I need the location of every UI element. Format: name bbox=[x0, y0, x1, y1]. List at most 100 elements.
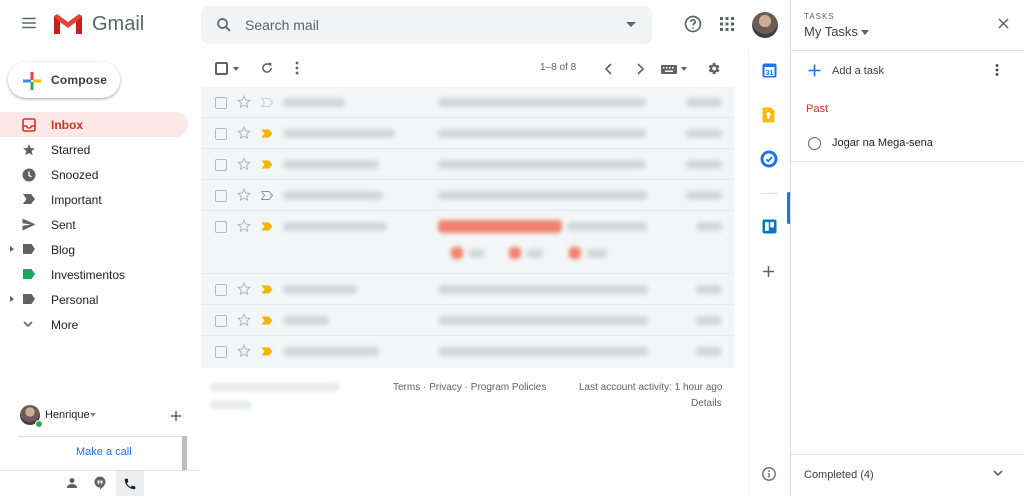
sidebar-item-snoozed[interactable]: Snoozed bbox=[0, 162, 190, 187]
star-outline-icon[interactable] bbox=[237, 313, 251, 327]
select-options-caret-icon[interactable] bbox=[233, 67, 239, 71]
important-marker-icon[interactable] bbox=[261, 160, 273, 169]
star-outline-icon[interactable] bbox=[237, 188, 251, 202]
hangouts-status-caret-icon[interactable] bbox=[90, 413, 96, 417]
search-options-caret-icon[interactable] bbox=[626, 22, 636, 28]
make-call-link[interactable]: Make a call bbox=[18, 436, 186, 468]
new-conversation-plus-icon[interactable] bbox=[170, 410, 182, 422]
get-addons-plus-icon[interactable] bbox=[762, 265, 775, 278]
search-input[interactable] bbox=[245, 14, 605, 36]
close-icon[interactable] bbox=[998, 18, 1009, 29]
star-outline-icon[interactable] bbox=[237, 282, 251, 296]
tasks-panel: TASKS My Tasks Add a task Past Jogar na … bbox=[790, 0, 1024, 496]
newer-chevron-left-icon[interactable] bbox=[604, 63, 614, 75]
make-call-label[interactable]: Make a call bbox=[76, 446, 132, 458]
more-vertical-icon[interactable] bbox=[294, 61, 300, 75]
send-icon bbox=[22, 218, 36, 231]
task-list-caret-icon[interactable] bbox=[861, 30, 869, 35]
more-vertical-icon[interactable] bbox=[994, 63, 1000, 77]
apps-grid-icon[interactable] bbox=[719, 16, 735, 32]
completed-tasks-toggle[interactable]: Completed (4) bbox=[804, 469, 874, 481]
expand-arrow-icon[interactable] bbox=[10, 246, 14, 252]
select-all-checkbox[interactable] bbox=[215, 62, 228, 75]
row-checkbox[interactable] bbox=[215, 346, 227, 358]
row-checkbox[interactable] bbox=[215, 190, 227, 202]
task-list-selector[interactable]: My Tasks bbox=[804, 24, 858, 39]
brand-name[interactable]: Gmail bbox=[92, 13, 144, 36]
hangouts-user-name[interactable]: Henrique bbox=[45, 409, 90, 421]
add-task-button[interactable]: Add a task bbox=[832, 65, 884, 77]
rail-divider bbox=[761, 193, 777, 194]
tasks-icon[interactable] bbox=[760, 150, 778, 168]
row-checkbox[interactable] bbox=[215, 128, 227, 140]
trello-icon[interactable] bbox=[762, 219, 777, 234]
star-outline-icon[interactable] bbox=[237, 219, 251, 233]
important-marker-icon[interactable] bbox=[261, 129, 273, 138]
star-outline-icon[interactable] bbox=[237, 126, 251, 140]
sidebar-item-blog[interactable]: Blog bbox=[0, 237, 190, 262]
add-task-plus-icon[interactable] bbox=[808, 64, 821, 77]
important-marker-icon[interactable] bbox=[261, 222, 273, 231]
star-outline-icon[interactable] bbox=[237, 95, 251, 109]
table-row[interactable] bbox=[201, 149, 734, 180]
info-icon[interactable] bbox=[762, 467, 776, 481]
important-marker-icon[interactable] bbox=[261, 285, 273, 294]
sidebar-item-inbox[interactable]: Inbox bbox=[0, 112, 188, 137]
account-avatar[interactable] bbox=[752, 12, 778, 38]
section-heading-past: Past bbox=[806, 103, 829, 115]
older-chevron-right-icon[interactable] bbox=[635, 63, 645, 75]
search-bar[interactable] bbox=[201, 6, 652, 44]
row-checkbox[interactable] bbox=[215, 97, 227, 109]
hangouts-chat-icon[interactable] bbox=[94, 476, 106, 490]
help-icon[interactable] bbox=[683, 14, 703, 34]
table-row[interactable] bbox=[201, 180, 734, 211]
mail-list bbox=[201, 87, 734, 368]
sidebar-item-personal[interactable]: Personal bbox=[0, 287, 190, 312]
sidebar-item-important[interactable]: Important bbox=[0, 187, 190, 212]
row-checkbox[interactable] bbox=[215, 284, 227, 296]
footer-links[interactable]: Terms · Privacy · Program Policies bbox=[393, 382, 546, 393]
important-icon bbox=[22, 193, 36, 205]
gmail-logo-icon[interactable] bbox=[52, 12, 84, 36]
table-row[interactable] bbox=[201, 118, 734, 149]
hangouts-scrollbar[interactable] bbox=[182, 436, 187, 470]
calendar-icon[interactable]: 31 bbox=[762, 63, 777, 78]
chevron-down-icon[interactable] bbox=[992, 467, 1004, 479]
table-row[interactable] bbox=[201, 211, 734, 274]
sidebar-item-investimentos[interactable]: Investimentos bbox=[0, 262, 190, 287]
contacts-person-icon[interactable] bbox=[66, 477, 78, 489]
settings-gear-icon[interactable] bbox=[706, 61, 721, 76]
row-checkbox[interactable] bbox=[215, 315, 227, 327]
menu-icon[interactable] bbox=[20, 14, 40, 34]
sidebar-item-starred[interactable]: Starred bbox=[0, 137, 190, 162]
search-icon[interactable] bbox=[215, 16, 233, 34]
task-title[interactable]: Jogar na Mega-sena bbox=[832, 137, 933, 149]
label-icon bbox=[22, 293, 36, 305]
pagination-count: 1–8 of 8 bbox=[540, 62, 577, 73]
important-marker-icon[interactable] bbox=[261, 191, 273, 200]
phone-tab[interactable] bbox=[116, 471, 144, 496]
expand-arrow-icon[interactable] bbox=[10, 296, 14, 302]
refresh-icon[interactable] bbox=[260, 61, 274, 75]
row-checkbox[interactable] bbox=[215, 159, 227, 171]
table-row[interactable] bbox=[201, 305, 734, 336]
task-complete-checkbox[interactable] bbox=[808, 137, 821, 150]
star-outline-icon[interactable] bbox=[237, 157, 251, 171]
details-link[interactable]: Details bbox=[691, 398, 722, 409]
important-marker-icon[interactable] bbox=[261, 316, 273, 325]
table-row[interactable] bbox=[201, 336, 734, 367]
sidebar-item-more[interactable]: More bbox=[0, 312, 190, 337]
hangouts-bottom-bar bbox=[0, 470, 200, 496]
input-tools-caret-icon[interactable] bbox=[681, 67, 687, 71]
important-marker-icon[interactable] bbox=[261, 98, 273, 107]
sidebar-item-sent[interactable]: Sent bbox=[0, 212, 190, 237]
keep-icon[interactable] bbox=[762, 107, 775, 123]
table-row[interactable] bbox=[201, 87, 734, 118]
chevron-down-icon bbox=[22, 318, 34, 330]
input-tools-keyboard-icon[interactable] bbox=[661, 65, 677, 74]
table-row[interactable] bbox=[201, 274, 734, 305]
row-checkbox[interactable] bbox=[215, 221, 227, 233]
compose-button[interactable]: Compose bbox=[8, 62, 120, 98]
important-marker-icon[interactable] bbox=[261, 347, 273, 356]
star-outline-icon[interactable] bbox=[237, 344, 251, 358]
